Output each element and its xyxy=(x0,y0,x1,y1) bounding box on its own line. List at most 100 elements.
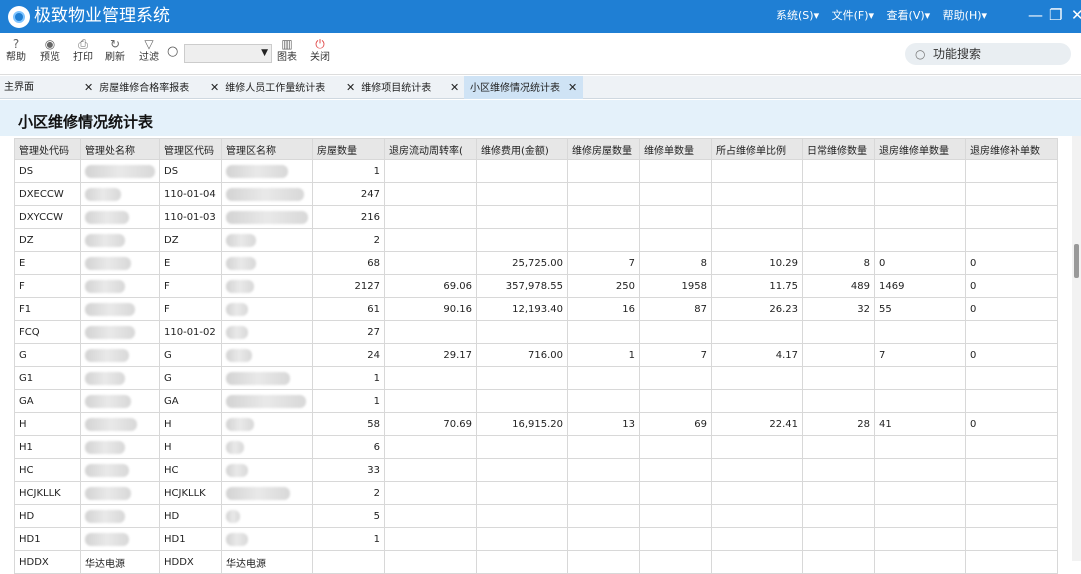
table-cell xyxy=(965,228,1058,252)
table-cell xyxy=(802,527,875,551)
table-cell: 1 xyxy=(312,159,385,183)
table-cell xyxy=(711,550,803,574)
table-row[interactable]: E E 68 25,725.00 7 8 10.29 8 0 0 xyxy=(14,251,1058,275)
column-header[interactable]: 退房维修补单数 xyxy=(965,138,1058,160)
table-cell xyxy=(221,297,313,321)
table-cell: 26.23 xyxy=(711,297,803,321)
column-header[interactable]: 维修费用(金额) xyxy=(476,138,568,160)
table-row[interactable]: F F 2127 69.06 357,978.55 250 1958 11.75 489 1469… xyxy=(14,274,1058,298)
table-row[interactable]: HD HD 5 xyxy=(14,504,1058,528)
close-tab-icon[interactable]: ✕ xyxy=(346,81,355,94)
column-header[interactable]: 退房维修单数量 xyxy=(874,138,966,160)
redacted-text xyxy=(226,394,306,408)
table-cell xyxy=(639,205,712,229)
table-cell: 55 xyxy=(874,297,966,321)
vertical-scrollbar[interactable] xyxy=(1072,136,1081,561)
table-row[interactable]: H H 58 70.69 16,915.20 13 69 22.41 28 41 0 xyxy=(14,412,1058,436)
table-cell xyxy=(221,205,313,229)
print-button[interactable]: ⎙ 打印 xyxy=(73,37,93,64)
table-cell: F1 xyxy=(14,297,81,321)
table-cell xyxy=(312,550,385,574)
scrollbar-thumb[interactable] xyxy=(1074,244,1079,278)
tab-staff-workload[interactable]: ✕ 维修人员工作量统计表 xyxy=(210,76,325,99)
table-row[interactable]: HC HC 33 xyxy=(14,458,1058,482)
column-header[interactable]: 管理区代码 xyxy=(159,138,222,160)
table-row[interactable]: HCJKLLK HCJKLLK 2 xyxy=(14,481,1058,505)
close-tab-icon[interactable]: ✕ xyxy=(210,81,219,94)
table-cell: 16,915.20 xyxy=(476,412,568,436)
minimize-button[interactable]: — xyxy=(1028,5,1043,25)
column-header[interactable]: 房屋数量 xyxy=(312,138,385,160)
menu-view[interactable]: 查看(V)▾ xyxy=(887,9,931,22)
tab-repair-items[interactable]: ✕ 维修项目统计表 xyxy=(346,76,431,99)
chart-button[interactable]: ▥ 图表 xyxy=(277,37,297,64)
tab-repair-pass-rate[interactable]: ✕ 房屋维修合格率报表 xyxy=(84,76,189,99)
menu-help[interactable]: 帮助(H)▾ xyxy=(943,9,987,22)
table-cell xyxy=(965,366,1058,390)
table-cell xyxy=(384,251,477,275)
table-row[interactable]: HD1 HD1 1 xyxy=(14,527,1058,551)
table-row[interactable]: HDDX 华达电源 HDDX 华达电源 xyxy=(14,550,1058,574)
tab-community-repair[interactable]: 小区维修情况统计表 ✕ xyxy=(464,76,584,99)
redacted-text xyxy=(226,440,244,454)
column-header[interactable]: 管理处名称 xyxy=(80,138,160,160)
close-window-button[interactable]: ✕ xyxy=(1071,5,1081,25)
table-cell: HD xyxy=(14,504,81,528)
table-row[interactable]: F1 F 61 90.16 12,193.40 16 87 26.23 32 55 0 xyxy=(14,297,1058,321)
table-row[interactable]: G G 24 29.17 716.00 1 7 4.17 7 0 xyxy=(14,343,1058,367)
table-row[interactable]: DXECCW 110-01-04 247 xyxy=(14,182,1058,206)
table-cell: 0 xyxy=(965,297,1058,321)
column-header[interactable]: 所占维修单比例 xyxy=(711,138,803,160)
menu-system[interactable]: 系统(S)▾ xyxy=(776,9,819,22)
column-header[interactable]: 管理区名称 xyxy=(221,138,313,160)
menu-file[interactable]: 文件(F)▾ xyxy=(832,9,874,22)
table-cell: 5 xyxy=(312,504,385,528)
tab-main[interactable]: 主界面 xyxy=(4,76,34,99)
table-cell: F xyxy=(159,297,222,321)
table-cell xyxy=(221,274,313,298)
close-tab-icon[interactable]: ✕ xyxy=(450,81,459,94)
function-search-input[interactable]: ○ 功能搜索 xyxy=(905,43,1071,65)
preview-button[interactable]: ◉ 预览 xyxy=(40,37,60,64)
table-cell: G xyxy=(159,366,222,390)
table-cell xyxy=(221,481,313,505)
table-row[interactable]: DZ DZ 2 xyxy=(14,228,1058,252)
help-button[interactable]: ? 帮助 xyxy=(6,37,26,64)
table-cell xyxy=(384,389,477,413)
table-cell: 58 xyxy=(312,412,385,436)
redacted-text xyxy=(226,187,304,201)
table-row[interactable]: G1 G 1 xyxy=(14,366,1058,390)
restore-button[interactable]: ❐ xyxy=(1049,5,1062,25)
close-tab-icon[interactable]: ✕ xyxy=(568,81,577,94)
table-row[interactable]: DXYCCW 110-01-03 216 xyxy=(14,205,1058,229)
table-cell: 22.41 xyxy=(711,412,803,436)
table-row[interactable]: GA GA 1 xyxy=(14,389,1058,413)
table-cell: 32 xyxy=(802,297,875,321)
table-cell: HD1 xyxy=(159,527,222,551)
table-cell: DS xyxy=(159,159,222,183)
table-cell xyxy=(639,435,712,459)
filter-button[interactable]: ▽ 过滤 xyxy=(139,37,159,64)
redacted-text xyxy=(226,463,248,477)
table-cell xyxy=(221,435,313,459)
close-report-button[interactable]: ⏻ 关闭 xyxy=(310,37,330,64)
chevron-down-icon[interactable]: ▼ xyxy=(261,48,268,58)
table-cell: 2 xyxy=(312,228,385,252)
table-row[interactable]: FCQ 110-01-02 27 xyxy=(14,320,1058,344)
column-header[interactable]: 退房流动周转率( xyxy=(384,138,477,160)
column-header[interactable]: 维修房屋数量 xyxy=(567,138,640,160)
table-cell: HDDX xyxy=(14,550,81,574)
table-row[interactable]: H1 H 6 xyxy=(14,435,1058,459)
tab-close-before-active[interactable]: ✕ xyxy=(450,76,465,99)
table-cell xyxy=(874,481,966,505)
column-header[interactable]: 日常维修数量 xyxy=(802,138,875,160)
column-header[interactable]: 维修单数量 xyxy=(639,138,712,160)
table-row[interactable]: DS DS 1 xyxy=(14,159,1058,183)
query-combo[interactable]: ▼ xyxy=(184,44,272,63)
table-cell xyxy=(80,481,160,505)
refresh-button[interactable]: ↻ 刷新 xyxy=(105,37,125,64)
close-tab-icon[interactable]: ✕ xyxy=(84,81,93,94)
column-header[interactable]: 管理处代码 xyxy=(14,138,81,160)
table-cell xyxy=(221,412,313,436)
table-cell: 11.75 xyxy=(711,274,803,298)
